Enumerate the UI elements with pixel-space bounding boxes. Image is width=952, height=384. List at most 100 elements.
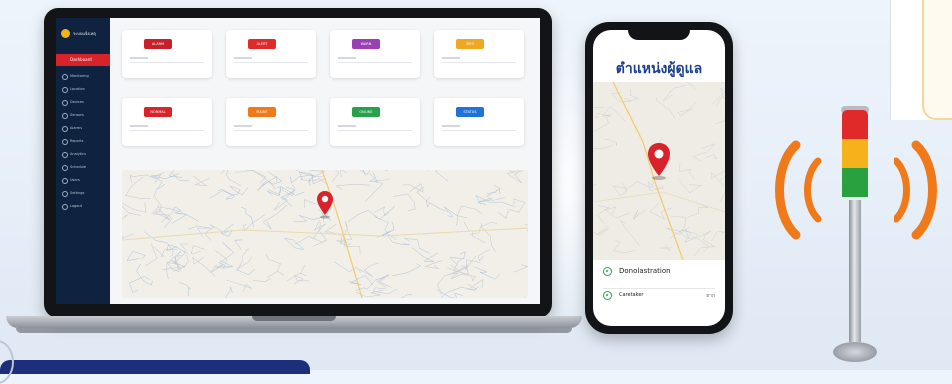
signal-tower-base	[833, 342, 877, 362]
card-divider	[338, 62, 412, 63]
status-check-icon	[603, 267, 612, 276]
phone-row-caretaker[interactable]: Caretaker ยาก	[603, 290, 715, 304]
status-badge: ALARM	[144, 39, 172, 49]
card-bar	[130, 125, 148, 127]
phone-title: ตำแหน่งผู้ดูแล	[615, 61, 703, 77]
sidebar-item-location[interactable]: Location	[56, 83, 110, 95]
sidebar-item-label: Logout	[70, 204, 82, 208]
nav-icon	[62, 204, 68, 210]
status-card[interactable]: INFO	[434, 30, 524, 78]
phone-row-status[interactable]: Donolastration	[603, 266, 715, 280]
right-edge-card-frame	[922, 0, 952, 120]
logo-icon	[61, 28, 70, 38]
sidebar-item-label: Dashboard	[70, 57, 92, 62]
sidebar-item-monitoring[interactable]: Monitoring	[56, 70, 110, 82]
sidebar-item-sensors[interactable]: Sensors	[56, 109, 110, 121]
status-card[interactable]: MAINT	[226, 98, 316, 146]
laptop-display: ระบบแจ้งเหตุ Dashboard Monitoring Locatio…	[56, 18, 540, 304]
tower-light-green	[842, 168, 868, 197]
status-badge: INFO	[456, 39, 484, 49]
logo-text: ระบบแจ้งเหตุ	[73, 30, 96, 36]
status-card[interactable]: ALERT	[226, 30, 316, 78]
phone-divider	[603, 288, 715, 289]
card-bar	[338, 125, 356, 127]
app-logo[interactable]: ระบบแจ้งเหตุ	[61, 26, 107, 40]
sidebar-item-label: Settings	[70, 191, 85, 195]
nav-icon	[62, 126, 68, 132]
card-divider	[442, 130, 516, 131]
sidebar-item-alarms[interactable]: Alarms	[56, 122, 110, 134]
card-divider	[234, 62, 308, 63]
card-divider	[442, 62, 516, 63]
laptop-notch	[252, 316, 336, 321]
nav-icon	[62, 87, 68, 93]
dashboard-map[interactable]	[122, 170, 528, 298]
bottom-banner	[0, 360, 310, 374]
nav-icon	[62, 113, 68, 119]
status-card[interactable]: WARN	[330, 30, 420, 78]
phone-map[interactable]	[593, 82, 725, 260]
sidebar-item-devices[interactable]: Devices	[56, 96, 110, 108]
card-bar	[130, 57, 148, 59]
sidebar-item-label: Analytics	[70, 152, 86, 156]
sidebar-item-label: Reports	[70, 139, 84, 143]
status-badge: MAINT	[248, 107, 276, 117]
sidebar-item-users[interactable]: Users	[56, 174, 110, 186]
sidebar-item-label: Monitoring	[70, 74, 89, 78]
status-card[interactable]: STATUS	[434, 98, 524, 146]
signal-tower-light	[842, 110, 868, 202]
sidebar-item-label: Alarms	[70, 126, 83, 130]
phone-notch	[628, 26, 690, 40]
status-card[interactable]: ALARM	[122, 30, 212, 78]
nav-icon	[62, 178, 68, 184]
phone-row-label: Donolastration	[619, 267, 671, 275]
phone-row-value: ยาก	[706, 293, 715, 299]
sidebar-item-schedule[interactable]: Schedule	[56, 161, 110, 173]
sidebar: ระบบแจ้งเหตุ Dashboard Monitoring Locatio…	[56, 18, 110, 304]
nav-icon	[62, 152, 68, 158]
tower-light-yellow	[842, 139, 868, 168]
sidebar-item-label: Schedule	[70, 165, 87, 169]
sidebar-item-logout[interactable]: Logout	[56, 200, 110, 212]
status-badge: ALERT	[248, 39, 276, 49]
nav-icon	[62, 100, 68, 106]
nav-icon	[62, 139, 68, 145]
status-badge: NORMAL	[144, 107, 172, 117]
signal-tower-pole	[849, 200, 861, 342]
status-badge: WARN	[352, 39, 380, 49]
sidebar-item-analytics[interactable]: Analytics	[56, 148, 110, 160]
card-bar	[442, 125, 460, 127]
phone-row-label: Caretaker	[619, 292, 644, 298]
sidebar-item-label: Sensors	[70, 113, 84, 117]
tower-light-red	[842, 110, 868, 139]
card-bar	[234, 125, 252, 127]
nav-icon	[62, 74, 68, 80]
nav-icon	[62, 165, 68, 171]
status-card[interactable]: NORMAL	[122, 98, 212, 146]
location-pin-icon[interactable]	[316, 190, 334, 220]
sidebar-item-dashboard[interactable]: Dashboard	[56, 54, 110, 66]
nav-icon	[62, 191, 68, 197]
status-badge: ONLINE	[352, 107, 380, 117]
caretaker-icon	[603, 291, 612, 300]
sidebar-item-settings[interactable]: Settings	[56, 187, 110, 199]
card-divider	[338, 130, 412, 131]
card-divider	[234, 130, 308, 131]
card-bar	[338, 57, 356, 59]
signal-waves-left-icon	[775, 140, 822, 240]
sidebar-item-label: Users	[70, 178, 80, 182]
phone-screen: ตำแหน่งผู้ดูแล Donolastration Caretaker …	[593, 30, 725, 326]
status-card[interactable]: ONLINE	[330, 98, 420, 146]
card-divider	[130, 62, 204, 63]
bottom-left-arc	[0, 340, 14, 384]
status-badge: STATUS	[456, 107, 484, 117]
signal-waves-right-icon	[894, 140, 937, 240]
card-bar	[234, 57, 252, 59]
sidebar-item-reports[interactable]: Reports	[56, 135, 110, 147]
sidebar-item-label: Location	[70, 87, 85, 91]
card-bar	[442, 57, 460, 59]
laptop-foot	[16, 328, 572, 333]
card-divider	[130, 130, 204, 131]
sidebar-item-label: Devices	[70, 100, 84, 104]
phone-location-pin-icon[interactable]	[646, 142, 672, 182]
